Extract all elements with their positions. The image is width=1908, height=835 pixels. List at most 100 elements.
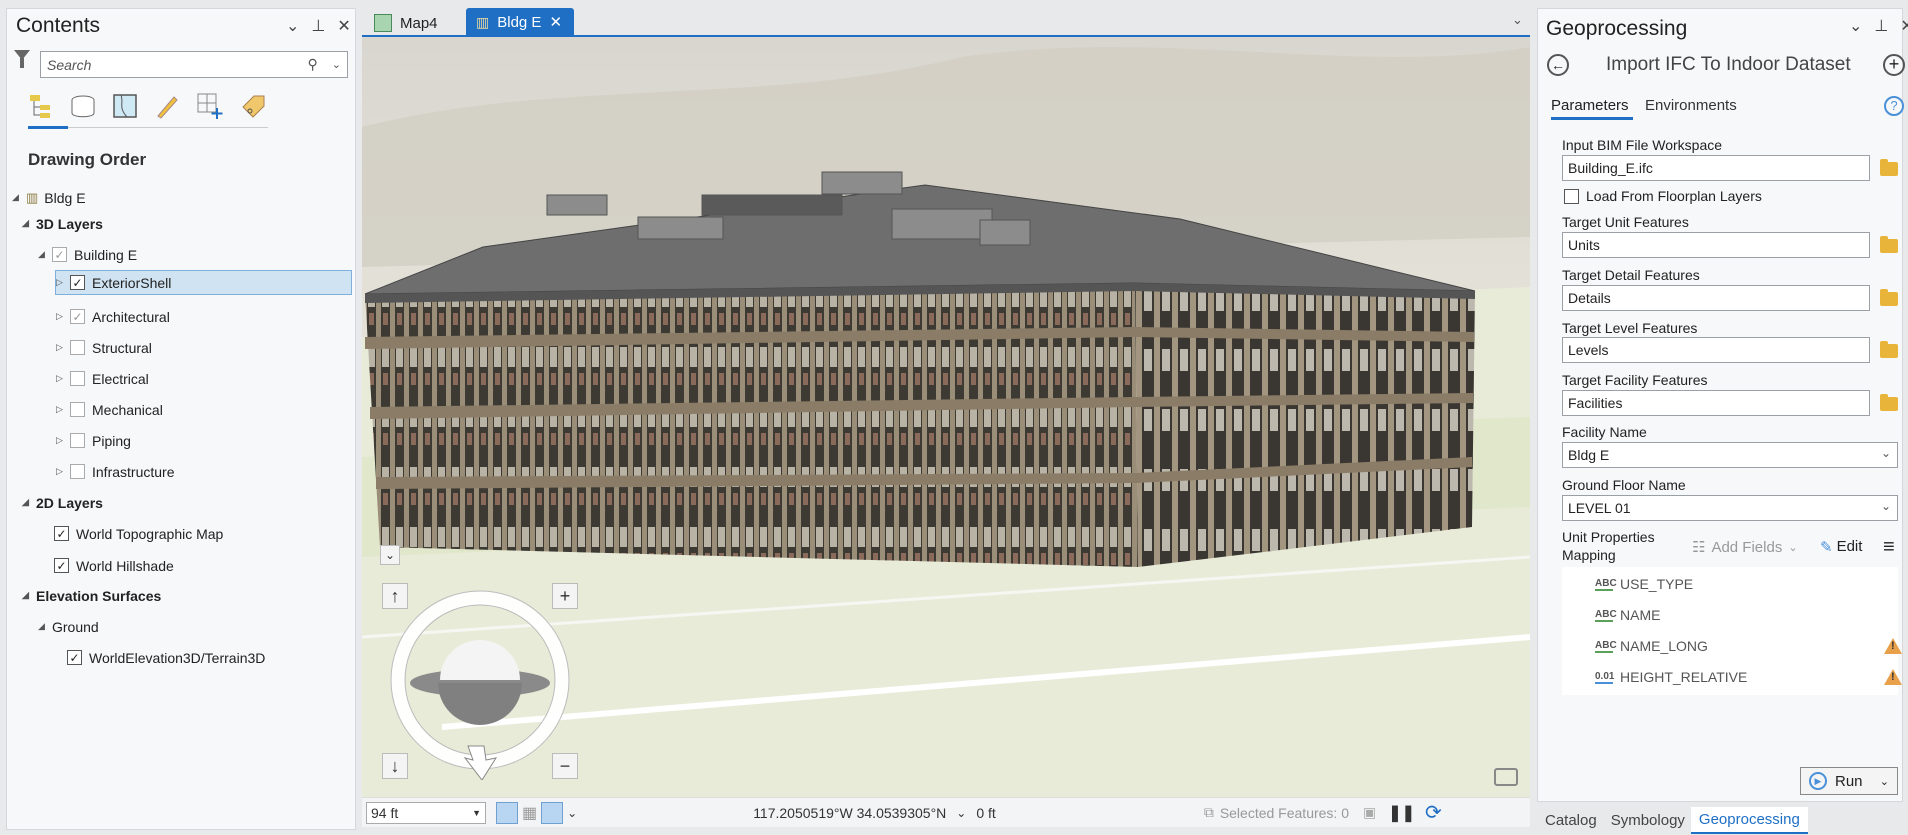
checkbox[interactable]	[70, 402, 85, 417]
list-by-editing-icon[interactable]	[154, 93, 180, 119]
expand-triangle-icon[interactable]: ◢	[12, 192, 26, 203]
back-button[interactable]: ←	[1547, 54, 1569, 76]
navigator-compass[interactable]	[385, 580, 575, 780]
expand-triangle-icon[interactable]: ▷	[56, 277, 70, 288]
checkbox[interactable]: ✓	[70, 309, 85, 324]
target-unit-field[interactable]: Units	[1562, 232, 1870, 258]
navigator-toggle-button[interactable]: ⌄	[380, 545, 400, 565]
tab-catalog[interactable]: Catalog	[1537, 812, 1605, 829]
expand-triangle-icon[interactable]: ◢	[22, 497, 36, 508]
add-fields-button[interactable]: ☷ Add Fields ⌄	[1692, 538, 1798, 557]
input-bim-field[interactable]: Building_E.ifc	[1562, 155, 1870, 181]
close-icon[interactable]: ✕	[337, 16, 350, 36]
tab-environments[interactable]: Environments	[1645, 97, 1737, 114]
tree-layer-mechanical[interactable]: ▷ Mechanical	[56, 397, 163, 422]
field-height-relative[interactable]: 0.01 HEIGHT_RELATIVE	[1595, 669, 1747, 685]
browse-folder-icon[interactable]	[1880, 159, 1898, 176]
browse-folder-icon[interactable]	[1880, 341, 1898, 358]
target-detail-field[interactable]: Details	[1562, 285, 1870, 311]
tree-layer-piping[interactable]: ▷ Piping	[56, 428, 131, 453]
field-use-type[interactable]: ABC USE_TYPE	[1595, 576, 1693, 592]
list-by-snapping-icon[interactable]	[196, 92, 224, 120]
help-icon[interactable]: ?	[1884, 96, 1904, 116]
close-icon[interactable]: ✕	[1900, 16, 1908, 36]
expand-triangle-icon[interactable]: ▷	[56, 466, 70, 477]
warning-icon[interactable]	[1884, 669, 1902, 685]
options-chevron-icon[interactable]: ⌄	[1849, 16, 1862, 36]
tree-ground[interactable]: ◢ Ground	[38, 614, 99, 639]
tab-bldg-e[interactable]: ▥ Bldg E ✕	[466, 8, 574, 36]
browse-folder-icon[interactable]	[1880, 289, 1898, 306]
contents-search-input[interactable]: Search ⚲ ⌄	[40, 51, 348, 78]
options-chevron-icon[interactable]: ⌄	[286, 16, 299, 36]
tree-layer-structural[interactable]: ▷ Structural	[56, 335, 152, 360]
tree-group-3d-layers[interactable]: ◢ 3D Layers	[22, 211, 103, 236]
tree-scene-bldg-e[interactable]: ◢ ▥ Bldg E	[12, 185, 86, 210]
warning-icon[interactable]	[1884, 638, 1902, 654]
tree-layer-electrical[interactable]: ▷ Electrical	[56, 366, 149, 391]
tree-layer-exteriorshell[interactable]: ▷ ✓ ExteriorShell	[55, 270, 352, 295]
tab-symbology[interactable]: Symbology	[1605, 812, 1691, 829]
refresh-table-icon[interactable]: ▣	[1363, 804, 1376, 821]
checkbox[interactable]	[70, 371, 85, 386]
expand-triangle-icon[interactable]: ◢	[22, 590, 36, 601]
tab-parameters[interactable]: Parameters	[1551, 97, 1629, 114]
chevron-down-icon[interactable]: ⌄	[1881, 446, 1891, 460]
expand-triangle-icon[interactable]: ◢	[22, 218, 36, 229]
selection-icon[interactable]: ⧉	[1204, 804, 1214, 821]
tree-layer-architectural[interactable]: ▷ ✓ Architectural	[56, 304, 170, 329]
field-name-long[interactable]: ABC NAME_LONG	[1595, 638, 1708, 654]
tree-group-elevation-surfaces[interactable]: ◢ Elevation Surfaces	[22, 583, 161, 608]
checkbox[interactable]: ✓	[54, 526, 69, 541]
attribution-icon[interactable]	[1494, 768, 1518, 786]
snapping-options-chevron-icon[interactable]: ⌄	[567, 806, 577, 820]
search-icon[interactable]: ⚲	[308, 56, 318, 73]
checkbox[interactable]: ✓	[54, 558, 69, 573]
chevron-down-icon[interactable]: ⌄	[332, 58, 341, 71]
list-by-selection-icon[interactable]	[112, 93, 138, 119]
checkbox[interactable]: ✓	[70, 275, 85, 290]
tree-layer-world-hillshade[interactable]: ✓ World Hillshade	[54, 553, 174, 578]
list-by-source-icon[interactable]	[70, 93, 96, 119]
checkbox[interactable]: ✓	[52, 247, 67, 262]
list-by-drawing-order-icon[interactable]	[28, 93, 54, 119]
browse-folder-icon[interactable]	[1880, 394, 1898, 411]
selected-features-count[interactable]: Selected Features: 0	[1220, 805, 1349, 821]
checkbox[interactable]: ✓	[67, 650, 82, 665]
add-to-favorites-button[interactable]: +	[1883, 54, 1905, 76]
pin-icon[interactable]: ⊥	[1874, 16, 1888, 36]
expand-triangle-icon[interactable]: ◢	[38, 621, 52, 632]
pause-drawing-icon[interactable]: ❚❚	[1388, 803, 1415, 823]
tree-layer-world-topographic-map[interactable]: ✓ World Topographic Map	[54, 521, 223, 546]
target-facility-field[interactable]: Facilities	[1562, 390, 1870, 416]
chevron-down-icon[interactable]: ⌄	[1881, 499, 1891, 513]
tab-geoprocessing[interactable]: Geoprocessing	[1690, 806, 1808, 834]
tree-layer-terrain3d[interactable]: ✓ WorldElevation3D/Terrain3D	[67, 645, 265, 670]
grid-icon[interactable]: ▦	[522, 803, 537, 823]
tree-layer-infrastructure[interactable]: ▷ Infrastructure	[56, 459, 174, 484]
constraints-icon[interactable]	[541, 801, 564, 824]
scale-select[interactable]: 94 ft ▼	[366, 801, 486, 824]
expand-triangle-icon[interactable]: ▷	[56, 342, 70, 353]
list-by-labeling-icon[interactable]	[240, 93, 266, 119]
edit-button[interactable]: ✎ Edit	[1820, 538, 1862, 556]
tree-layer-building-e[interactable]: ◢ ✓ Building E	[38, 242, 137, 267]
refresh-icon[interactable]: ⟳	[1425, 800, 1442, 825]
target-level-field[interactable]: Levels	[1562, 337, 1870, 363]
checkbox[interactable]	[70, 433, 85, 448]
tab-list-chevron-icon[interactable]: ⌄	[1512, 12, 1523, 28]
expand-triangle-icon[interactable]: ◢	[38, 249, 52, 260]
tree-group-2d-layers[interactable]: ◢ 2D Layers	[22, 490, 103, 515]
menu-icon[interactable]: ≡	[1883, 536, 1895, 559]
expand-triangle-icon[interactable]: ▷	[56, 373, 70, 384]
tab-map4[interactable]: Map4	[368, 10, 444, 36]
checkbox[interactable]	[1564, 188, 1579, 204]
expand-triangle-icon[interactable]: ▷	[56, 404, 70, 415]
checkbox[interactable]	[70, 340, 85, 355]
snapping-icon[interactable]	[496, 801, 518, 824]
expand-triangle-icon[interactable]: ▷	[56, 311, 70, 322]
ground-floor-select[interactable]: LEVEL 01 ⌄	[1562, 495, 1898, 521]
facility-name-select[interactable]: Bldg E ⌄	[1562, 442, 1898, 468]
expand-triangle-icon[interactable]: ▷	[56, 435, 70, 446]
coordinate-format-chevron-icon[interactable]: ⌄	[956, 806, 966, 820]
